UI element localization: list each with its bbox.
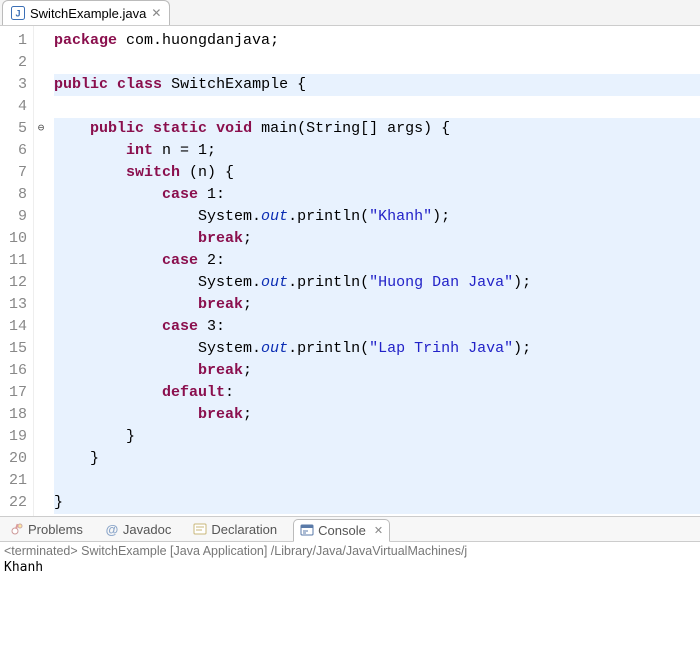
line-number: 2 xyxy=(8,52,27,74)
fold-spacer xyxy=(34,52,48,74)
line-number: 9 xyxy=(8,206,27,228)
code-line[interactable]: public static void main(String[] args) { xyxy=(54,118,700,140)
fold-spacer xyxy=(34,492,48,514)
line-number: 17 xyxy=(8,382,27,404)
code-line[interactable]: int n = 1; xyxy=(54,140,700,162)
tab-label: Declaration xyxy=(211,522,277,537)
code-line[interactable]: public class SwitchExample { xyxy=(54,74,700,96)
fold-spacer xyxy=(34,294,48,316)
line-number: 18 xyxy=(8,404,27,426)
fold-spacer xyxy=(34,74,48,96)
code-line[interactable]: break; xyxy=(54,228,700,250)
fold-gutter: ⊖ xyxy=(34,26,48,516)
editor-tab-active[interactable]: J SwitchExample.java ✕ xyxy=(2,0,170,25)
fold-spacer xyxy=(34,228,48,250)
tab-declaration[interactable]: Declaration xyxy=(187,519,283,540)
code-line[interactable]: break; xyxy=(54,404,700,426)
line-number: 19 xyxy=(8,426,27,448)
line-number: 8 xyxy=(8,184,27,206)
code-line[interactable]: break; xyxy=(54,360,700,382)
code-line[interactable]: System.out.println("Khanh"); xyxy=(54,206,700,228)
console-status: <terminated> SwitchExample [Java Applica… xyxy=(4,544,696,558)
code-line[interactable]: package com.huongdanjava; xyxy=(54,30,700,52)
tab-label: Console xyxy=(318,523,366,538)
fold-spacer xyxy=(34,470,48,492)
code-line[interactable]: } xyxy=(54,492,700,514)
line-number: 1 xyxy=(8,30,27,52)
line-number: 13 xyxy=(8,294,27,316)
fold-spacer xyxy=(34,272,48,294)
line-number: 6 xyxy=(8,140,27,162)
code-line[interactable]: System.out.println("Huong Dan Java"); xyxy=(54,272,700,294)
code-line[interactable] xyxy=(54,470,700,492)
code-line[interactable]: break; xyxy=(54,294,700,316)
code-line[interactable]: } xyxy=(54,426,700,448)
line-number: 5 xyxy=(8,118,27,140)
tab-label: Javadoc xyxy=(123,522,171,537)
line-number: 11 xyxy=(8,250,27,272)
editor-tab-label: SwitchExample.java xyxy=(30,6,146,21)
tab-javadoc[interactable]: @ Javadoc xyxy=(99,519,177,540)
fold-spacer xyxy=(34,96,48,118)
fold-spacer xyxy=(34,140,48,162)
line-number: 3 xyxy=(8,74,27,96)
line-number: 14 xyxy=(8,316,27,338)
line-number: 12 xyxy=(8,272,27,294)
fold-spacer xyxy=(34,184,48,206)
line-number: 16 xyxy=(8,360,27,382)
console-panel: <terminated> SwitchExample [Java Applica… xyxy=(0,542,700,577)
line-number: 7 xyxy=(8,162,27,184)
fold-spacer xyxy=(34,30,48,52)
code-line[interactable] xyxy=(54,52,700,74)
fold-toggle-icon[interactable]: ⊖ xyxy=(34,118,48,140)
line-number: 10 xyxy=(8,228,27,250)
code-editor[interactable]: 12345678910111213141516171819202122 ⊖ pa… xyxy=(0,26,700,516)
fold-spacer xyxy=(34,426,48,448)
code-line[interactable]: System.out.println("Lap Trinh Java"); xyxy=(54,338,700,360)
tab-console[interactable]: Console ✕ xyxy=(293,519,390,542)
code-line[interactable]: default: xyxy=(54,382,700,404)
java-file-icon: J xyxy=(11,6,25,20)
javadoc-icon: @ xyxy=(105,522,119,536)
fold-spacer xyxy=(34,316,48,338)
close-icon[interactable]: ✕ xyxy=(374,524,383,537)
code-line[interactable]: } xyxy=(54,448,700,470)
fold-spacer xyxy=(34,250,48,272)
line-number: 21 xyxy=(8,470,27,492)
code-line[interactable]: case 2: xyxy=(54,250,700,272)
close-icon[interactable]: ✕ xyxy=(151,6,161,20)
line-number: 4 xyxy=(8,96,27,118)
fold-spacer xyxy=(34,162,48,184)
line-number: 15 xyxy=(8,338,27,360)
tab-label: Problems xyxy=(28,522,83,537)
fold-spacer xyxy=(34,338,48,360)
fold-spacer xyxy=(34,404,48,426)
line-number: 20 xyxy=(8,448,27,470)
fold-spacer xyxy=(34,206,48,228)
fold-spacer xyxy=(34,448,48,470)
declaration-icon xyxy=(193,522,207,536)
code-line[interactable]: switch (n) { xyxy=(54,162,700,184)
code-line[interactable]: case 3: xyxy=(54,316,700,338)
fold-spacer xyxy=(34,382,48,404)
fold-spacer xyxy=(34,360,48,382)
problems-icon xyxy=(10,522,24,536)
console-icon xyxy=(300,523,314,537)
views-tab-bar: Problems @ Javadoc Declaration Console ✕ xyxy=(0,516,700,542)
tab-problems[interactable]: Problems xyxy=(4,519,89,540)
editor-tab-bar: J SwitchExample.java ✕ xyxy=(0,0,700,26)
line-number-gutter: 12345678910111213141516171819202122 xyxy=(0,26,34,516)
code-content[interactable]: package com.huongdanjava; public class Sw… xyxy=(48,26,700,516)
console-output: Khanh xyxy=(4,560,696,575)
code-line[interactable] xyxy=(54,96,700,118)
line-number: 22 xyxy=(8,492,27,514)
svg-text:J: J xyxy=(15,9,20,19)
code-line[interactable]: case 1: xyxy=(54,184,700,206)
